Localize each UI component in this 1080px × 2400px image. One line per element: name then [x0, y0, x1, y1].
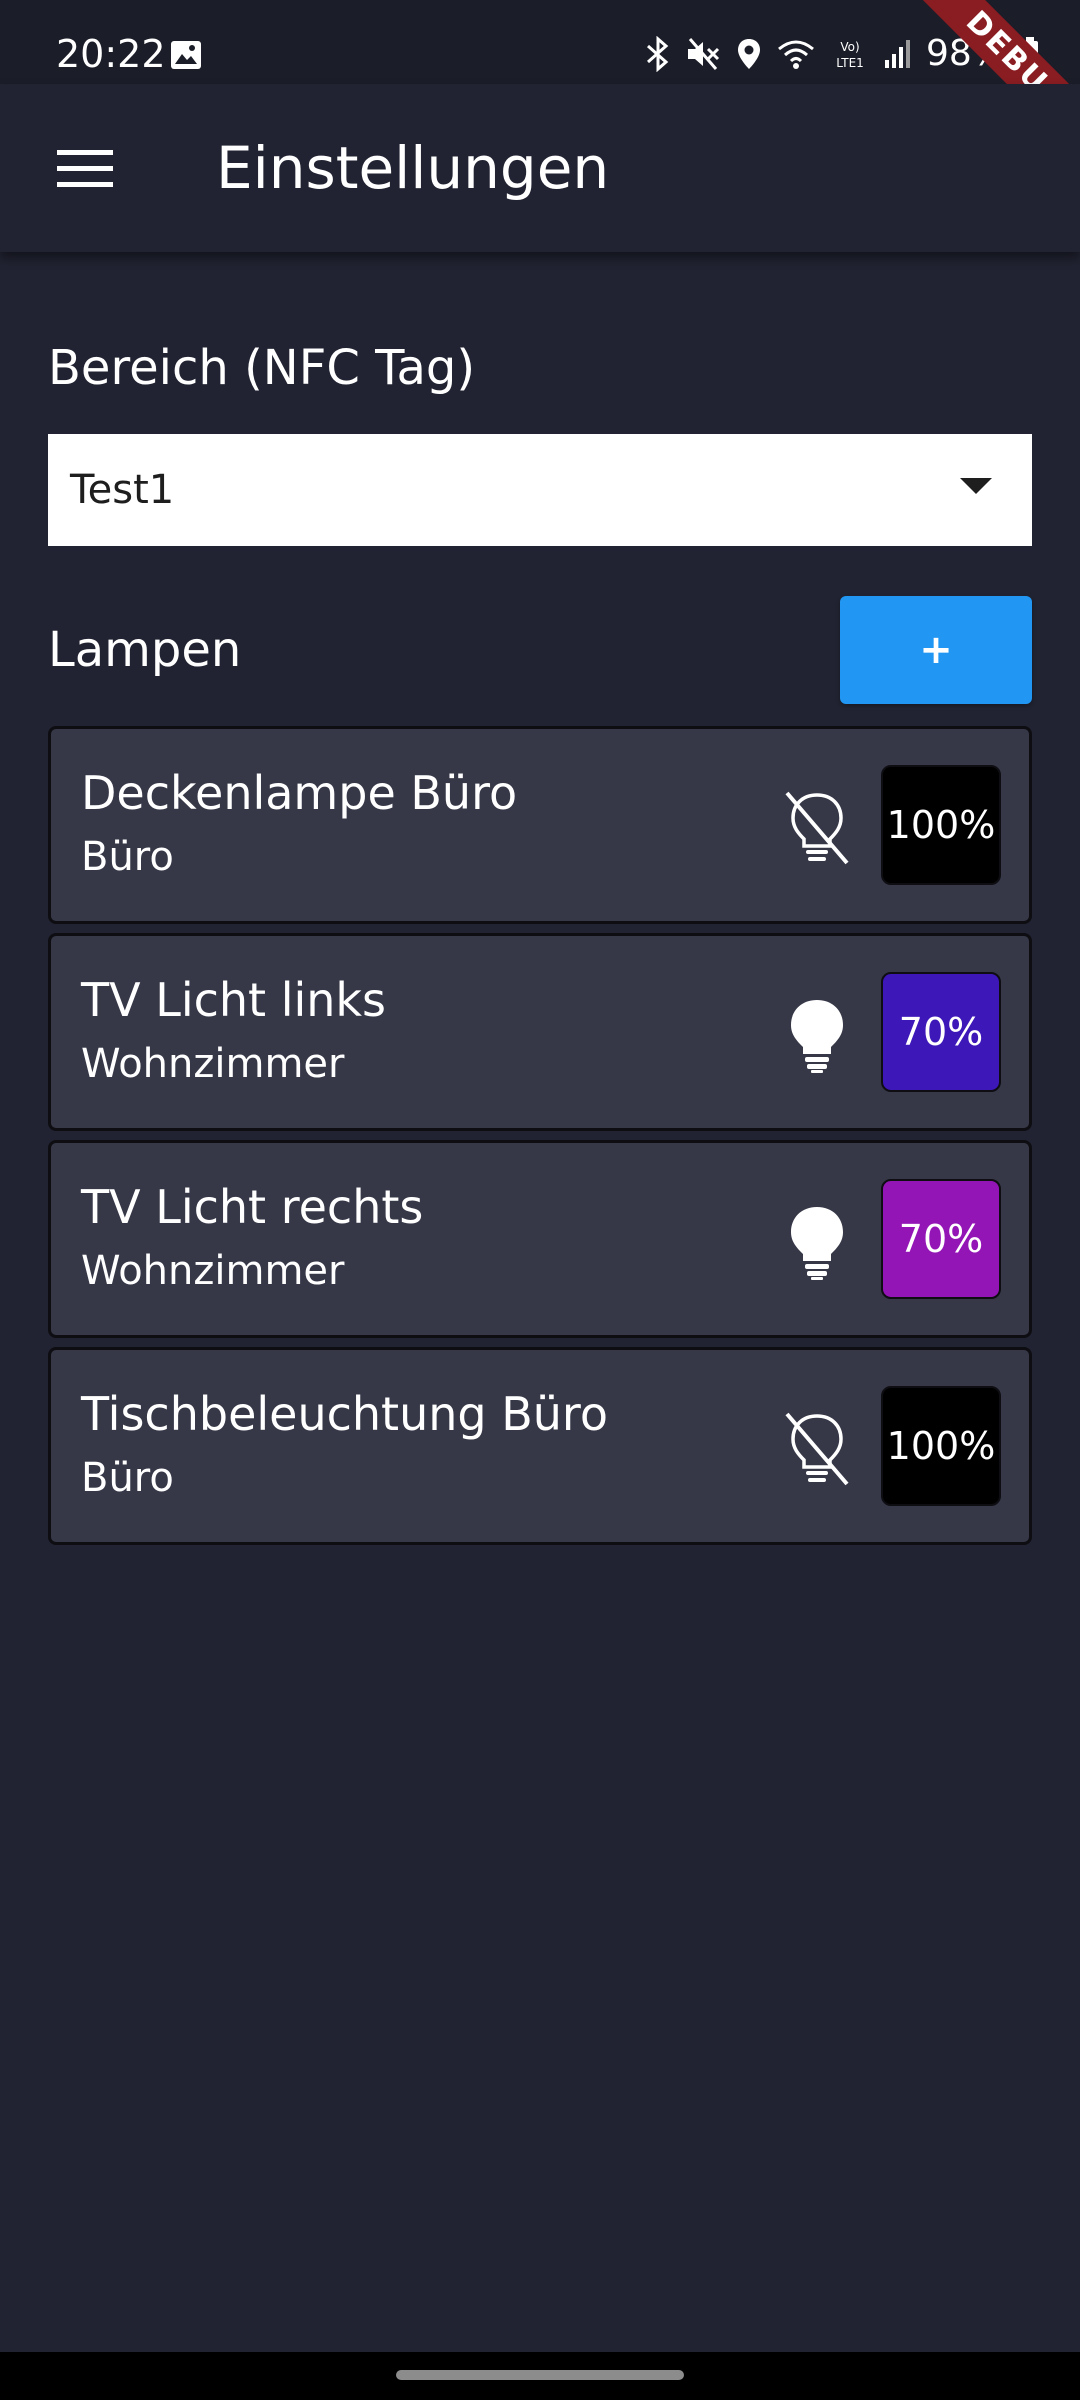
volte-icon: Vo) LTE1 — [836, 40, 864, 70]
lamp-room: Büro — [81, 1455, 174, 1501]
signal-icon — [884, 40, 910, 68]
lamp-brightness-button[interactable]: 70% — [881, 1179, 1001, 1299]
lamp-brightness-button[interactable]: 100% — [881, 1386, 1001, 1506]
menu-button[interactable] — [40, 124, 130, 214]
lamp-list: Deckenlampe Büro Büro 100% TV Licht links Wo… — [48, 726, 1032, 1554]
area-label: Bereich (NFC Tag) — [48, 340, 476, 396]
lamp-card[interactable]: TV Licht links Wohnzimmer 70% — [48, 933, 1032, 1131]
svg-text:Vo): Vo) — [840, 40, 859, 54]
location-icon — [737, 39, 760, 69]
lamp-name: Deckenlampe Büro — [81, 766, 518, 820]
lamp-card[interactable]: Tischbeleuchtung Büro Büro 100% — [48, 1347, 1032, 1545]
home-indicator[interactable] — [396, 2370, 684, 2380]
lamp-room: Büro — [81, 834, 174, 880]
lamp-room: Wohnzimmer — [81, 1041, 345, 1087]
area-dropdown-value: Test1 — [70, 467, 175, 513]
lamp-name: Tischbeleuchtung Büro — [81, 1387, 608, 1441]
lamp-brightness-button[interactable]: 70% — [881, 972, 1001, 1092]
lamp-card[interactable]: Deckenlampe Büro Büro 100% — [48, 726, 1032, 924]
bulb-off-icon[interactable] — [781, 1410, 853, 1488]
lamp-name: TV Licht links — [81, 973, 387, 1027]
status-time: 20:22 — [56, 32, 166, 76]
svg-text:LTE1: LTE1 — [836, 56, 864, 70]
area-dropdown[interactable]: Test1 — [48, 434, 1032, 546]
lamp-name: TV Licht rechts — [81, 1180, 424, 1234]
mute-icon — [687, 38, 720, 70]
status-bar: 20:22 Vo) LTE1 98% DEBUG — [0, 0, 1080, 184]
image-icon — [171, 41, 201, 69]
lamp-brightness-button[interactable]: 100% — [881, 765, 1001, 885]
menu-icon — [57, 150, 113, 187]
bulb-off-icon[interactable] — [781, 789, 853, 867]
navigation-bar — [0, 2352, 1080, 2400]
page-title: Einstellungen — [216, 134, 610, 202]
chevron-down-icon — [960, 478, 992, 494]
lamp-room: Wohnzimmer — [81, 1248, 345, 1294]
bulb-on-icon[interactable] — [781, 996, 853, 1074]
app-bar: Einstellungen — [0, 84, 1080, 252]
lamp-card[interactable]: TV Licht rechts Wohnzimmer 70% — [48, 1140, 1032, 1338]
bulb-on-icon[interactable] — [781, 1203, 853, 1281]
bluetooth-icon — [646, 36, 669, 72]
wifi-icon — [778, 40, 814, 69]
add-lamp-button[interactable]: + — [840, 596, 1032, 704]
lamps-label: Lampen — [48, 622, 242, 678]
